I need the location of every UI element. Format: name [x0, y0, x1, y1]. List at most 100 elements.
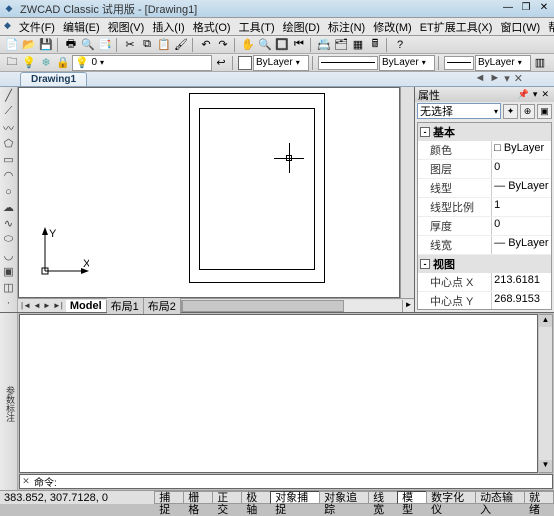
status-snap[interactable]: 捕捉 — [154, 491, 184, 504]
insert-icon[interactable]: ▣ — [1, 264, 16, 278]
publish-icon[interactable]: 📑 — [97, 37, 113, 53]
preview-icon[interactable]: 🔍 — [80, 37, 96, 53]
layout-tab-2[interactable]: 布局2 — [144, 298, 181, 314]
zoom-rt-icon[interactable]: 🔍 — [257, 37, 273, 53]
layout-first-icon[interactable]: |◄ — [20, 301, 32, 310]
menu-draw[interactable]: 绘图(D) — [279, 19, 324, 35]
doctab-list-icon[interactable]: ▾ — [503, 72, 511, 85]
menu-file[interactable]: 文件(F) — [15, 19, 59, 35]
lineweight-dropdown[interactable]: ByLayer — [475, 55, 531, 71]
layout-prev-icon[interactable]: ◄ — [32, 301, 42, 310]
prop-group-basic[interactable]: -基本 — [418, 123, 551, 141]
minimize-button[interactable]: — — [500, 2, 516, 16]
doctab-next-icon[interactable]: ► — [488, 72, 501, 85]
props-icon[interactable]: 📇 — [316, 37, 332, 53]
hscroll-thumb[interactable] — [182, 300, 344, 312]
layout-tab-model[interactable]: Model — [66, 300, 107, 312]
tooltbl-icon[interactable]: ▦ — [350, 37, 366, 53]
status-model[interactable]: 模型 — [397, 491, 427, 504]
layerlock-icon[interactable]: 🔒 — [55, 55, 71, 71]
ellipse-icon[interactable]: ⬭ — [1, 232, 16, 246]
status-polar[interactable]: 极轴 — [241, 491, 271, 504]
paste-icon[interactable]: 📋 — [156, 37, 172, 53]
menu-et[interactable]: ET扩展工具(X) — [416, 19, 497, 35]
color-swatch[interactable] — [238, 56, 252, 70]
status-lwt[interactable]: 线宽 — [368, 491, 398, 504]
redo-icon[interactable]: ↷ — [215, 37, 231, 53]
selection-dropdown[interactable]: 无选择 — [417, 103, 501, 119]
doctab-prev-icon[interactable]: ◄ — [473, 72, 486, 85]
spline-icon[interactable]: ∿ — [1, 216, 16, 230]
canvas-vscroll[interactable] — [400, 87, 414, 298]
status-otrack[interactable]: 对象追踪 — [319, 491, 369, 504]
calc-icon[interactable]: 🖩 — [367, 37, 383, 53]
zoom-win-icon[interactable]: 🔲 — [274, 37, 290, 53]
layout-tab-1[interactable]: 布局1 — [107, 298, 144, 314]
layerfreeze-icon[interactable]: ❄ — [38, 55, 54, 71]
menu-window[interactable]: 窗口(W) — [496, 19, 544, 35]
menu-view[interactable]: 视图(V) — [104, 19, 149, 35]
panel-close-icon[interactable]: ✕ — [539, 89, 551, 100]
dcenter-icon[interactable]: 🗂 — [333, 37, 349, 53]
menu-dim[interactable]: 标注(N) — [324, 19, 369, 35]
layer-dropdown[interactable]: 💡 0 — [72, 55, 212, 71]
zoom-prev-icon[interactable]: ⏮ — [291, 37, 307, 53]
layout-last-icon[interactable]: ►| — [52, 301, 64, 310]
canvas-hscroll[interactable]: ► — [181, 300, 414, 312]
command-input[interactable] — [59, 476, 552, 487]
collapse-icon[interactable]: - — [420, 259, 430, 269]
command-vscroll[interactable]: ▲ ▼ — [539, 314, 553, 473]
status-grid[interactable]: 栅格 — [183, 491, 213, 504]
command-log[interactable] — [19, 314, 538, 473]
save-icon[interactable]: 💾 — [38, 37, 54, 53]
layerprops-icon[interactable]: 🗀 — [4, 55, 20, 71]
panel-menu-icon[interactable]: ▾ — [531, 89, 540, 100]
menu-edit[interactable]: 编辑(E) — [59, 19, 104, 35]
hscroll-right-icon[interactable]: ► — [402, 300, 414, 312]
layeron-icon[interactable]: 💡 — [21, 55, 37, 71]
revcloud-icon[interactable]: ☁ — [1, 201, 16, 215]
polygon-icon[interactable]: ⬠ — [1, 137, 16, 151]
menu-insert[interactable]: 插入(I) — [148, 19, 188, 35]
point-icon[interactable]: · — [1, 296, 16, 310]
line-icon[interactable]: ╱ — [1, 89, 16, 103]
layout-next-icon[interactable]: ► — [42, 301, 52, 310]
status-ortho[interactable]: 正交 — [212, 491, 242, 504]
status-tablet[interactable]: 数字化仪 — [426, 491, 476, 504]
block-icon[interactable]: ◫ — [1, 280, 16, 294]
plotstyle-icon[interactable]: ▥ — [532, 55, 548, 71]
match-icon[interactable]: 🖌 — [173, 37, 189, 53]
open-icon[interactable]: 📂 — [21, 37, 37, 53]
linetype-dropdown[interactable]: ByLayer — [379, 55, 435, 71]
circle-icon[interactable]: ○ — [1, 185, 16, 199]
doctab-close-icon[interactable]: ✕ — [513, 72, 524, 85]
status-dyn[interactable]: 动态输入 — [475, 491, 525, 504]
doc-tab-drawing1[interactable]: Drawing1 — [20, 72, 87, 86]
new-icon[interactable]: 📄 — [4, 37, 20, 53]
arc-icon[interactable]: ◠ — [1, 169, 16, 183]
layerprev-icon[interactable]: ↩ — [213, 55, 229, 71]
quickselect-icon[interactable]: ✦ — [503, 104, 518, 119]
menu-format[interactable]: 格式(O) — [189, 19, 235, 35]
drawing-canvas[interactable]: Y X — [18, 87, 400, 298]
color-dropdown[interactable]: ByLayer — [253, 55, 309, 71]
pan-icon[interactable]: ✋ — [240, 37, 256, 53]
collapse-icon[interactable]: - — [420, 127, 430, 137]
help-icon[interactable]: ? — [392, 37, 408, 53]
print-icon[interactable]: 🖶 — [63, 37, 79, 53]
prop-group-view[interactable]: -视图 — [418, 255, 551, 273]
maximize-button[interactable]: ❐ — [518, 2, 534, 16]
command-clear-icon[interactable]: ✕ — [20, 476, 32, 487]
close-button[interactable]: ✕ — [536, 2, 552, 16]
menu-help[interactable]: 帮助(H) — [544, 19, 554, 35]
cut-icon[interactable]: ✂ — [122, 37, 138, 53]
rect-icon[interactable]: ▭ — [1, 153, 16, 167]
status-ready[interactable]: 就绪 — [524, 491, 554, 504]
pickadd-icon[interactable]: ⊕ — [520, 104, 535, 119]
copy-icon[interactable]: ⧉ — [139, 37, 155, 53]
panel-pin-icon[interactable]: 📌 — [516, 89, 531, 100]
scroll-down-icon[interactable]: ▼ — [539, 460, 552, 472]
selectobj-icon[interactable]: ▣ — [537, 104, 552, 119]
ellipsearc-icon[interactable]: ◡ — [1, 248, 16, 262]
status-osnap[interactable]: 对象捕捉 — [270, 491, 320, 504]
